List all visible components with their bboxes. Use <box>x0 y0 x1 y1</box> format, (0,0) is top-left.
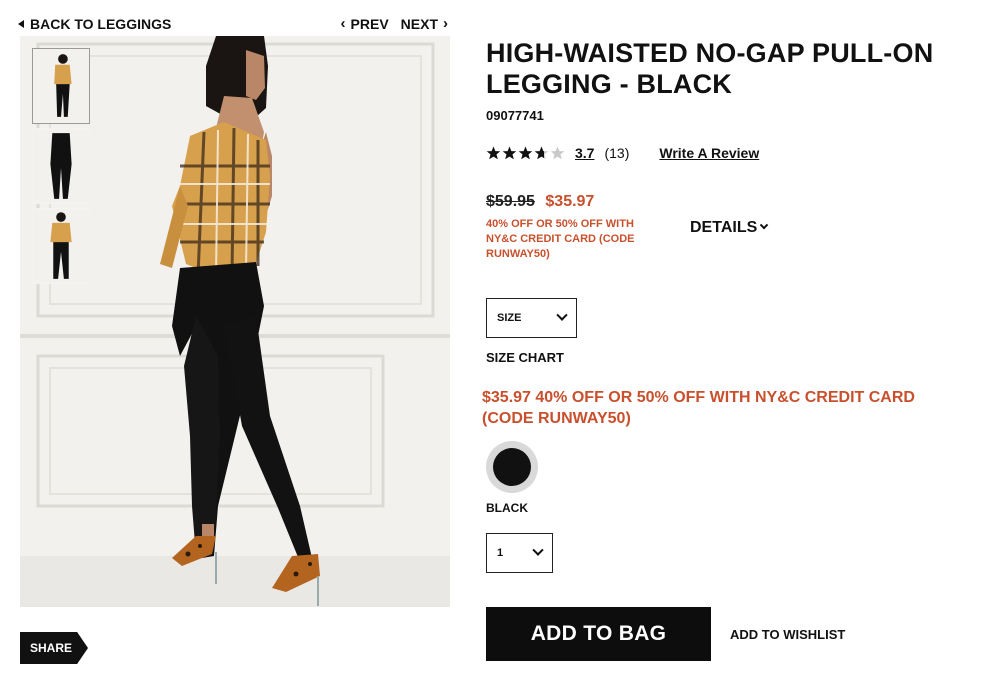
chevron-left-icon: ‹ <box>340 15 346 32</box>
top-navigation: BACK TO LEGGINGS ‹ PREV NEXT › <box>18 14 448 34</box>
chevron-down-icon <box>532 544 544 556</box>
quantity-value: 1 <box>497 547 504 559</box>
color-swatch-black[interactable] <box>486 441 538 493</box>
details-toggle[interactable]: DETAILS <box>690 193 769 262</box>
product-title: HIGH-WAISTED NO-GAP PULL-ON LEGGING - BL… <box>486 38 934 99</box>
cart-actions: ADD TO BAG ADD TO WISHLIST <box>486 607 986 661</box>
chevron-right-icon: › <box>443 15 448 32</box>
next-label: NEXT <box>400 16 438 32</box>
share-label: SHARE <box>30 641 73 655</box>
chevron-down-icon <box>760 220 769 229</box>
price-block: $59.95 $35.97 40% OFF OR 50% OFF WITH NY… <box>486 193 986 262</box>
star-icon <box>486 146 501 160</box>
chevron-down-icon <box>556 309 568 321</box>
product-image-gallery <box>20 36 450 607</box>
size-chart-link[interactable]: SIZE CHART <box>486 350 986 365</box>
prev-link[interactable]: ‹ PREV <box>341 16 389 32</box>
back-to-leggings-link[interactable]: BACK TO LEGGINGS <box>18 16 171 32</box>
share-button[interactable]: SHARE <box>20 632 88 664</box>
original-price: $59.95 <box>486 193 535 210</box>
price-line: $59.95 $35.97 <box>486 193 690 211</box>
thumbnail-list <box>32 48 92 284</box>
rating-value-link[interactable]: 3.7 <box>575 145 594 161</box>
promo-text: 40% OFF OR 50% OFF WITH NY&C CREDIT CARD… <box>486 218 635 260</box>
write-review-link[interactable]: Write A Review <box>659 145 759 161</box>
quantity-select[interactable]: 1 <box>486 533 553 573</box>
thumbnail-3[interactable] <box>32 208 90 284</box>
back-link-label: BACK TO LEGGINGS <box>30 16 172 32</box>
next-link[interactable]: NEXT › <box>401 16 448 32</box>
thumbnail-1[interactable] <box>32 48 90 124</box>
details-label: DETAILS <box>690 218 758 236</box>
promo-banner: $35.97 40% OFF OR 50% OFF WITH NY&C CRED… <box>482 389 915 427</box>
add-to-wishlist-link[interactable]: ADD TO WISHLIST <box>730 627 845 642</box>
product-sku: 09077741 <box>486 108 544 123</box>
star-icon <box>550 146 565 160</box>
star-icon <box>518 146 533 160</box>
color-name: BLACK <box>486 501 528 515</box>
star-icon <box>502 146 517 160</box>
rating-row: 3.7 (13) Write A Review <box>486 145 986 161</box>
star-rating <box>486 146 565 160</box>
swatch-fill <box>493 448 531 486</box>
prev-label: PREV <box>350 16 389 32</box>
price-column: $59.95 $35.97 40% OFF OR 50% OFF WITH NY… <box>486 193 690 262</box>
triangle-left-icon <box>18 20 24 28</box>
thumbnail-2[interactable] <box>32 128 90 204</box>
review-count: (13) <box>604 145 630 161</box>
size-select-label: SIZE <box>497 312 522 324</box>
add-to-bag-button[interactable]: ADD TO BAG <box>486 607 711 661</box>
star-icon <box>534 146 549 160</box>
pager: ‹ PREV NEXT › <box>341 16 448 32</box>
product-info-panel: HIGH-WAISTED NO-GAP PULL-ON LEGGING - BL… <box>482 38 986 661</box>
sale-price: $35.97 <box>545 193 595 210</box>
size-select[interactable]: SIZE <box>486 298 577 338</box>
